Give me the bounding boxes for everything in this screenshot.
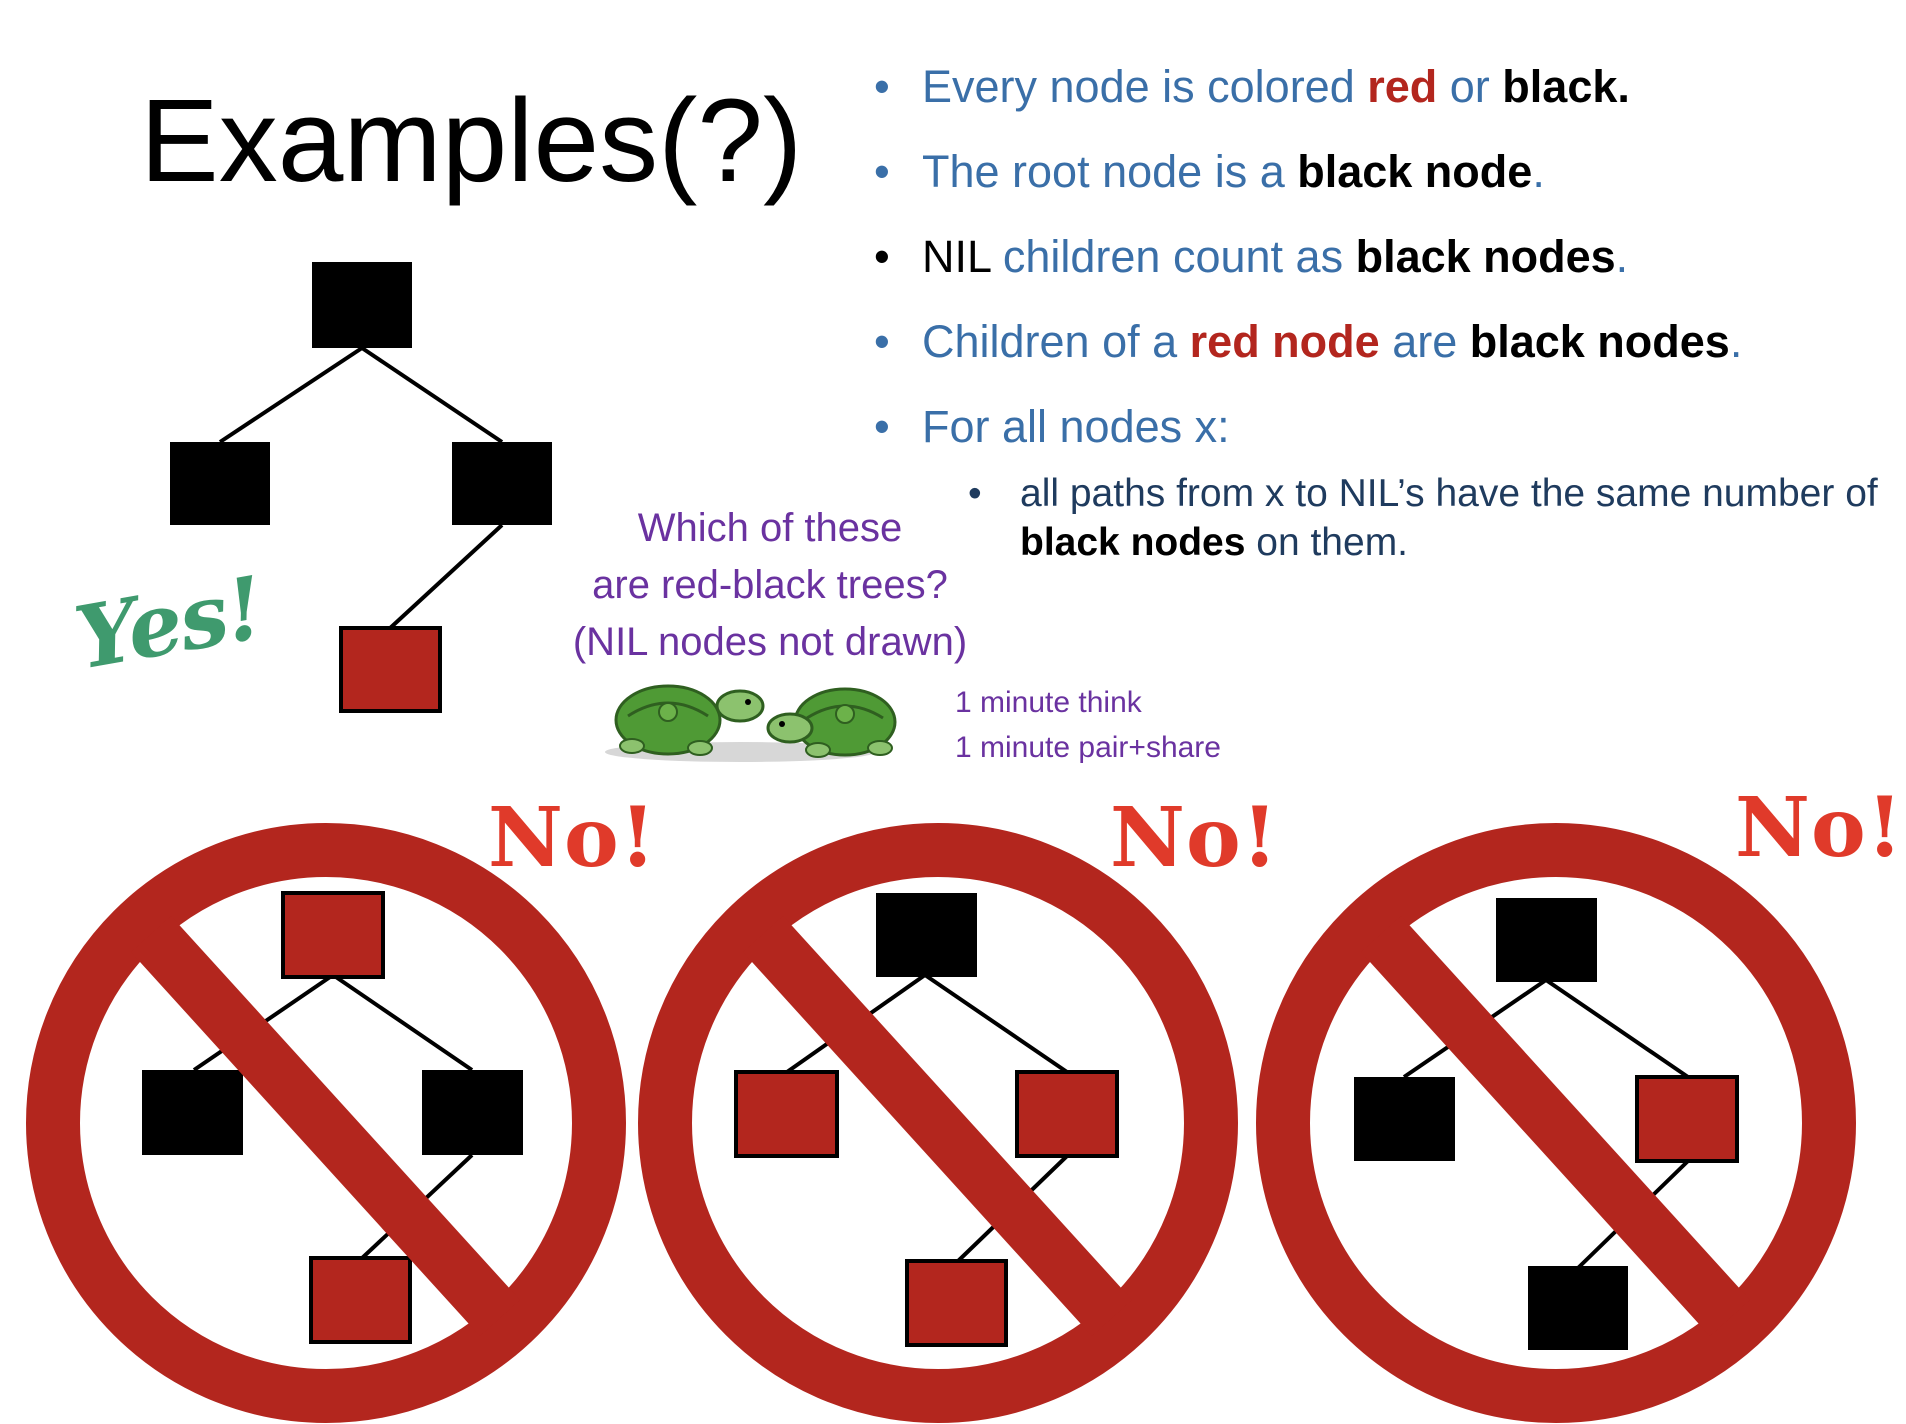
tree-no-3 xyxy=(1256,823,1856,1423)
tree-node-black xyxy=(170,442,270,525)
tree-node-black xyxy=(1354,1077,1455,1161)
tree-node-black xyxy=(142,1070,243,1155)
tree-node-black xyxy=(452,442,552,525)
diagram-art xyxy=(26,262,1856,1423)
tree-node-black xyxy=(422,1070,523,1155)
slide: Examples(?) • Every node is colored red o… xyxy=(0,0,1906,1424)
tree-node-red xyxy=(734,1070,839,1158)
tree-no-2 xyxy=(638,823,1238,1423)
tree-node-red xyxy=(1635,1075,1739,1163)
tree-node-black xyxy=(1528,1266,1628,1350)
tree-node-red xyxy=(905,1259,1008,1347)
tree-node-red xyxy=(281,891,385,979)
two-turtles-icon xyxy=(605,684,897,762)
tree-node-black xyxy=(876,893,977,977)
tree-no-1 xyxy=(26,823,626,1423)
tree-node-black xyxy=(1496,898,1597,982)
tree-yes xyxy=(170,262,552,713)
tree-node-red xyxy=(309,1256,412,1344)
tree-node-black xyxy=(312,262,412,348)
tree-node-red xyxy=(339,626,442,713)
tree-node-red xyxy=(1015,1070,1119,1158)
